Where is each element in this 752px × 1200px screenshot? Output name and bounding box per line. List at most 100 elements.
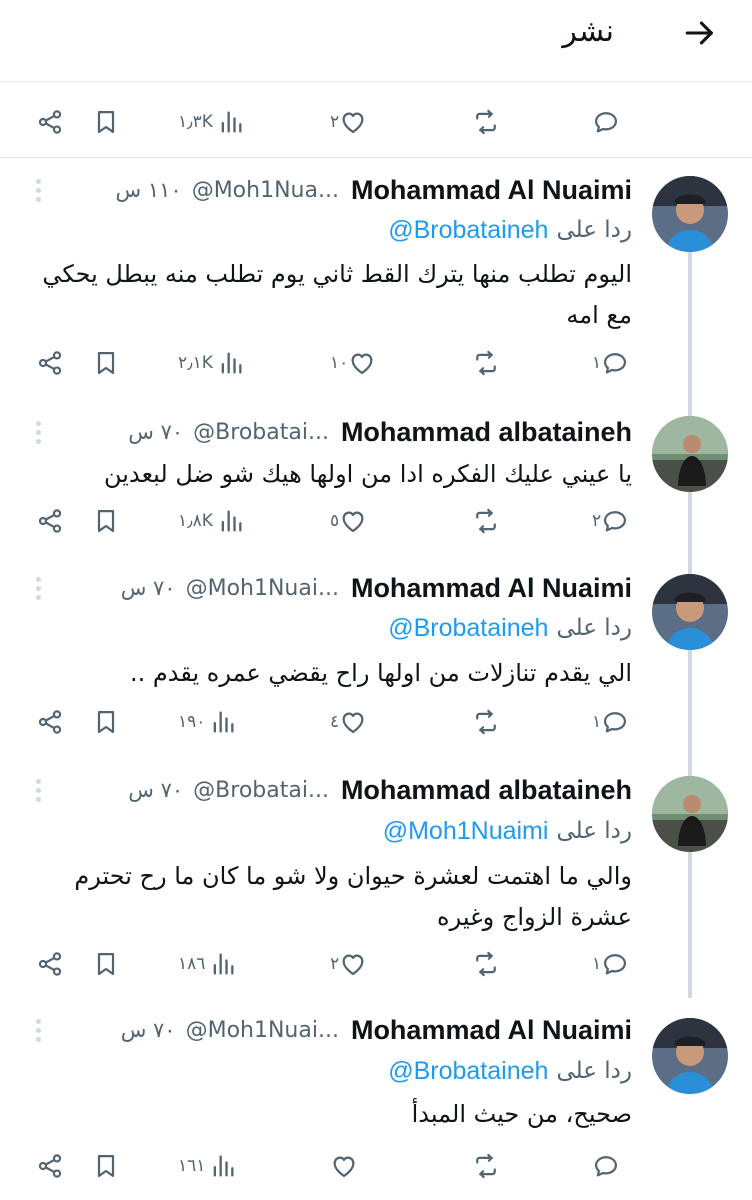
- retweet-button[interactable]: [472, 102, 500, 142]
- avatar[interactable]: [652, 776, 728, 852]
- reply-target-link[interactable]: @Brobataineh: [388, 1057, 548, 1086]
- avatar[interactable]: [652, 574, 728, 650]
- views-button[interactable]: ١٦١: [178, 1146, 237, 1186]
- reply-to: ردا على @Brobataineh: [388, 611, 632, 645]
- like-button[interactable]: ١٠: [330, 343, 376, 383]
- views-chart-icon: [221, 510, 242, 532]
- handle[interactable]: @Brobatai...: [193, 420, 329, 445]
- retweet-button[interactable]: [472, 343, 500, 383]
- views-button[interactable]: ٢٫١K: [178, 343, 245, 383]
- display-name[interactable]: Mohammad Al Nuaimi: [351, 573, 632, 604]
- bookmark-button[interactable]: [92, 501, 120, 541]
- share-button[interactable]: [36, 343, 64, 383]
- tweet-actions: ١٨٦ ٢ ١: [0, 944, 752, 984]
- reply-button[interactable]: [592, 102, 620, 142]
- views-button[interactable]: ١٩٠: [178, 702, 237, 742]
- reply-target-link[interactable]: @Brobataineh: [388, 614, 548, 643]
- bookmark-button[interactable]: [92, 343, 120, 383]
- heart-icon: [333, 1156, 355, 1178]
- views-button[interactable]: ١٫٨K: [178, 501, 245, 541]
- retweet-button[interactable]: [472, 944, 500, 984]
- more-options-button[interactable]: [28, 1012, 48, 1048]
- views-chart-icon: [214, 1155, 234, 1177]
- reply-bubble-icon: [594, 112, 618, 133]
- tweet-text: والي ما اهتمت لعشرة حيوان ولا شو ما كان …: [74, 862, 632, 931]
- share-button[interactable]: [36, 501, 64, 541]
- display-name[interactable]: Mohammad Al Nuaimi: [351, 1015, 632, 1046]
- display-name[interactable]: Mohammad albataineh: [341, 417, 632, 448]
- views-count: ١٫٣K: [178, 112, 213, 132]
- retweet-button[interactable]: [472, 702, 500, 742]
- views-count: ٢٫١K: [178, 353, 213, 373]
- bookmark-button[interactable]: [92, 102, 120, 142]
- replies-count: ١: [592, 954, 602, 974]
- tweet-actions: ١٩٠ ٤ ١: [0, 702, 752, 742]
- divider: [0, 157, 752, 158]
- reply-target-link[interactable]: @Moh1Nuaimi: [383, 817, 549, 846]
- bookmark-button[interactable]: [92, 944, 120, 984]
- like-button[interactable]: ٢: [330, 102, 367, 142]
- timestamp[interactable]: ١١٠ س: [116, 178, 182, 202]
- more-options-button[interactable]: [28, 570, 48, 606]
- replies-count: ١: [592, 712, 602, 732]
- tweet-5[interactable]: Mohammad Al Nuaimi @Moh1Nuai... ٧٠ س ردا…: [0, 1012, 752, 1200]
- tweet-2[interactable]: Mohammad albataineh @Brobatai... ٧٠ س يا…: [0, 412, 752, 552]
- bookmark-button[interactable]: [92, 702, 120, 742]
- reply-bubble-icon: [604, 954, 627, 975]
- like-button[interactable]: ٥: [330, 501, 367, 541]
- top-bar: نشر: [0, 0, 752, 82]
- share-icon: [38, 952, 62, 976]
- retweet-button[interactable]: [472, 501, 500, 541]
- tweet-4[interactable]: Mohammad albataineh @Brobatai... ٧٠ س رد…: [0, 772, 752, 992]
- bookmark-button[interactable]: [92, 1146, 120, 1186]
- reply-button[interactable]: ١: [592, 702, 629, 742]
- handle[interactable]: @Moh1Nuai...: [186, 1018, 339, 1043]
- like-button[interactable]: ٢: [330, 944, 367, 984]
- tweet-header: Mohammad albataineh @Brobatai... ٧٠ س: [128, 772, 632, 808]
- timestamp[interactable]: ٧٠ س: [121, 576, 176, 600]
- avatar[interactable]: [652, 176, 728, 252]
- views-button[interactable]: ١٨٦: [178, 944, 237, 984]
- display-name[interactable]: Mohammad albataineh: [341, 775, 632, 806]
- share-button[interactable]: [36, 102, 64, 142]
- views-button[interactable]: ١٫٣K: [178, 102, 245, 142]
- back-button[interactable]: [680, 13, 720, 53]
- likes-count: ٢: [330, 954, 340, 974]
- like-button[interactable]: [330, 1146, 358, 1186]
- share-button[interactable]: [36, 1146, 64, 1186]
- retweet-icon: [476, 709, 496, 735]
- share-button[interactable]: [36, 944, 64, 984]
- reply-target-link[interactable]: @Brobataineh: [388, 216, 548, 245]
- timestamp[interactable]: ٧٠ س: [128, 778, 183, 802]
- more-options-button[interactable]: [28, 414, 48, 450]
- reply-button[interactable]: ٢: [592, 501, 629, 541]
- handle[interactable]: @Moh1Nuai...: [186, 576, 339, 601]
- timestamp[interactable]: ٧٠ س: [121, 1018, 176, 1042]
- bookmark-icon: [97, 110, 115, 134]
- reply-bubble-icon: [604, 353, 627, 374]
- timestamp[interactable]: ٧٠ س: [128, 420, 183, 444]
- like-button[interactable]: ٤: [330, 702, 367, 742]
- handle[interactable]: @Brobatai...: [193, 778, 329, 803]
- reply-button[interactable]: ١: [592, 944, 629, 984]
- display-name[interactable]: Mohammad Al Nuaimi: [351, 175, 632, 206]
- more-options-button[interactable]: [28, 772, 48, 808]
- avatar[interactable]: [652, 1018, 728, 1094]
- views-count: ١٫٨K: [178, 511, 213, 531]
- retweet-icon: [476, 350, 496, 376]
- retweet-icon: [476, 951, 496, 977]
- views-count: ١٨٦: [178, 954, 206, 974]
- retweet-button[interactable]: [472, 1146, 500, 1186]
- tweet-1[interactable]: Mohammad Al Nuaimi @Moh1Nua... ١١٠ س ردا…: [0, 170, 752, 395]
- handle[interactable]: @Moh1Nua...: [192, 178, 339, 203]
- more-options-button[interactable]: [28, 172, 48, 208]
- reply-label: ردا على: [556, 217, 632, 243]
- avatar[interactable]: [652, 416, 728, 492]
- heart-icon: [342, 112, 364, 134]
- reply-button[interactable]: ١: [592, 343, 629, 383]
- reply-button[interactable]: [592, 1146, 620, 1186]
- tweet-3[interactable]: Mohammad Al Nuaimi @Moh1Nuai... ٧٠ س ردا…: [0, 570, 752, 750]
- share-button[interactable]: [36, 702, 64, 742]
- tweet-actions: ١٫٨K ٥ ٢: [0, 501, 752, 541]
- views-count: ١٩٠: [178, 712, 206, 732]
